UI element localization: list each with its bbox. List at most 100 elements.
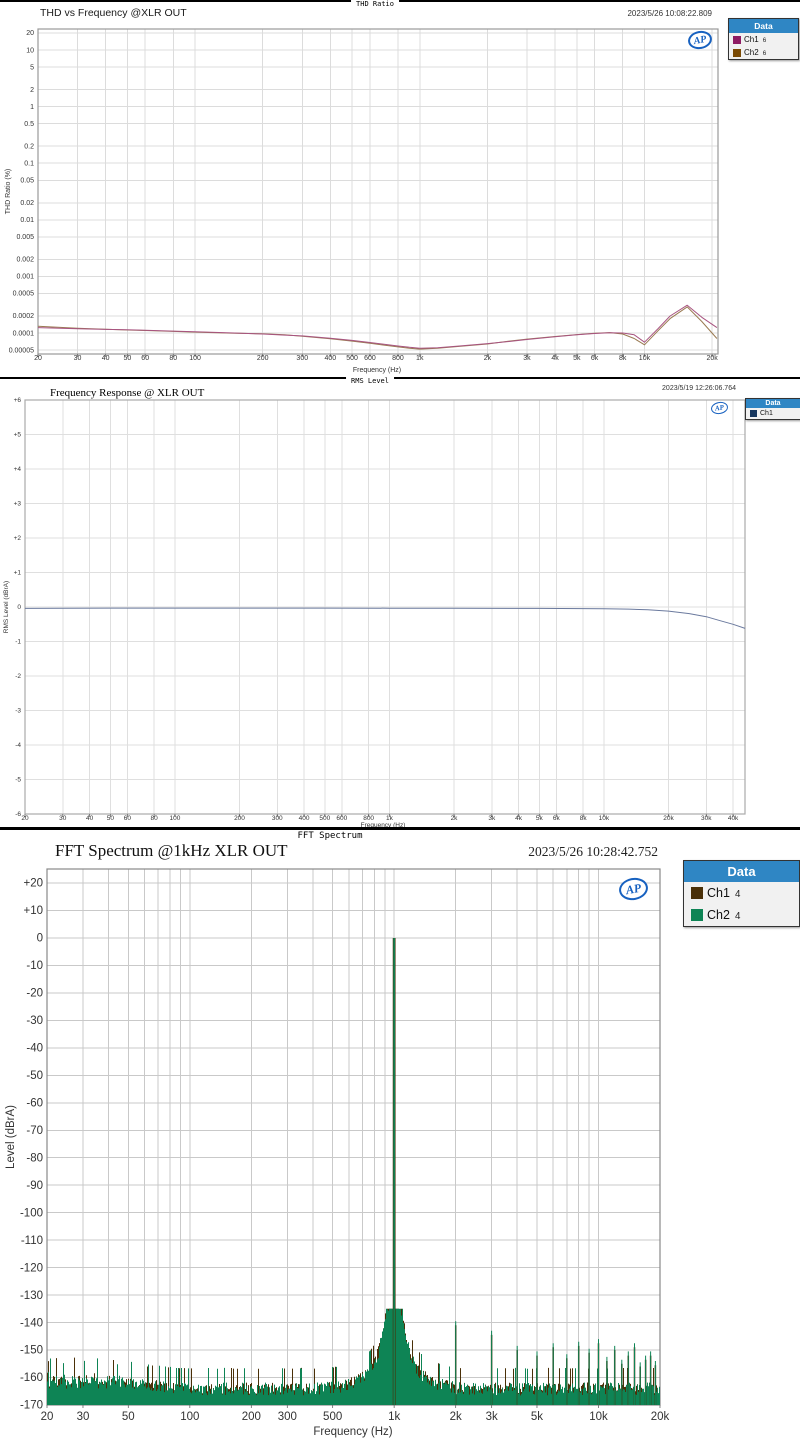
svg-text:20k: 20k [651,1411,670,1423]
legend-item: Ch2 6 [729,46,798,59]
legend-header: Data [729,19,798,33]
svg-text:600: 600 [336,815,347,822]
legend-label: Ch2 [707,908,730,922]
svg-text:6k: 6k [553,815,561,822]
y-tick-labels: 20105210.50.20.10.050.020.010.0050.0020.… [9,30,34,354]
svg-text:100: 100 [180,1411,199,1423]
thd-chart-panel: THD Ratio THD vs Frequency @XLR OUT 2023… [0,0,800,379]
legend-swatch-icon [691,887,703,899]
svg-text:+20: +20 [23,878,43,890]
legend-rows: Ch1 6 Ch2 6 [729,33,798,59]
x-tick-labels: 2030501002003005001k2k3k5k10k20k [41,1405,670,1423]
legend-header: Data [684,861,799,882]
x-axis-label: Frequency (Hz) [313,1426,392,1438]
svg-text:-20: -20 [26,988,43,1000]
legend-sublabel: 6 [763,37,766,44]
svg-text:+2: +2 [14,535,22,542]
svg-text:30: 30 [74,355,82,362]
svg-text:0.1: 0.1 [24,160,34,167]
svg-text:300: 300 [296,355,308,362]
svg-text:0.0005: 0.0005 [13,291,35,298]
legend-item: Ch1 [746,408,800,419]
svg-text:50: 50 [107,815,115,822]
svg-text:2k: 2k [484,355,492,362]
svg-text:40: 40 [102,355,110,362]
svg-text:200: 200 [257,355,269,362]
y-gridlines [38,33,718,350]
frequency-response-chart-panel: RMS Level Frequency Response @ XLR OUT 2… [0,377,800,829]
legend-box: Data Ch1 [745,398,800,420]
svg-text:1k: 1k [388,1411,400,1423]
svg-text:60: 60 [124,815,132,822]
svg-text:10k: 10k [589,1411,608,1423]
fft-spectrum-chart-panel: FFT Spectrum FFT Spectrum @1kHz XLR OUT … [0,827,800,1438]
svg-text:-130: -130 [20,1290,43,1302]
x-gridlines [38,29,712,354]
svg-text:20: 20 [21,815,29,822]
svg-text:-110: -110 [21,1235,43,1247]
svg-text:-140: -140 [20,1317,43,1329]
y-tick-labels: +6+5+4+3+2+10-1-2-3-4-5-6 [14,397,22,818]
legend-label: Ch2 [744,48,759,57]
svg-text:5: 5 [30,64,34,71]
svg-text:80: 80 [151,815,159,822]
svg-text:2k: 2k [451,815,459,822]
svg-text:8k: 8k [580,815,588,822]
svg-text:0.002: 0.002 [16,257,34,264]
svg-text:0.0001: 0.0001 [13,330,35,337]
legend-box: Data Ch1 4 Ch2 4 [683,860,800,927]
svg-text:+1: +1 [14,570,22,577]
plot-border [47,869,660,1405]
y-axis-label: RMS Level (dBrA) [3,581,10,633]
svg-text:-100: -100 [20,1207,43,1219]
svg-text:+6: +6 [14,397,22,404]
svg-text:500: 500 [323,1411,342,1423]
svg-text:1k: 1k [386,815,394,822]
legend-swatch-icon [733,49,741,57]
legend-label: Ch1 [707,886,730,900]
legend-label: Ch1 [760,410,773,417]
legend-rows: Ch1 4 Ch2 4 [684,882,799,926]
svg-text:-50: -50 [26,1070,43,1082]
svg-text:6k: 6k [591,355,599,362]
legend-sublabel: 6 [763,50,766,57]
legend-sublabel: 4 [735,911,740,922]
svg-text:30: 30 [59,815,67,822]
svg-text:30k: 30k [701,815,712,822]
svg-text:20k: 20k [663,815,674,822]
svg-text:-10: -10 [26,960,43,972]
svg-text:5k: 5k [536,815,544,822]
legend-rows: Ch1 [746,408,800,419]
svg-text:-120: -120 [20,1262,43,1274]
svg-text:+3: +3 [14,501,22,508]
svg-text:-1: -1 [15,639,21,646]
window-mini-title: FFT Spectrum [292,831,367,841]
svg-text:-90: -90 [26,1180,43,1192]
svg-text:-30: -30 [26,1015,43,1027]
svg-text:1k: 1k [416,355,424,362]
thd-plot: 2030405060801002003004005006008001k2k3k4… [0,2,800,379]
svg-text:+10: +10 [23,905,43,917]
series-ch1 [25,608,745,628]
legend-label: Ch1 [744,35,759,44]
window-mini-title: RMS Level [346,377,394,385]
window-mini-title: THD Ratio [351,0,399,8]
svg-text:20: 20 [41,1411,54,1423]
legend-header: Data [746,399,800,408]
svg-text:0.5: 0.5 [24,121,34,128]
svg-text:4k: 4k [515,815,523,822]
svg-text:60: 60 [141,355,149,362]
svg-text:200: 200 [242,1411,261,1423]
x-gridlines [47,869,660,1405]
svg-text:80: 80 [169,355,177,362]
svg-text:3k: 3k [488,815,496,822]
svg-text:0.02: 0.02 [20,200,34,207]
legend-item: Ch1 4 [684,882,799,904]
legend-sublabel: 4 [735,889,740,900]
svg-text:-150: -150 [20,1345,43,1357]
frequency-response-plot: 2030405060801002003004005006008001k2k3k4… [0,379,800,829]
svg-text:400: 400 [324,355,336,362]
x-tick-labels: 2030405060801002003004005006008001k2k3k4… [21,814,739,822]
svg-text:-70: -70 [26,1125,43,1137]
svg-text:0.00005: 0.00005 [9,347,34,354]
